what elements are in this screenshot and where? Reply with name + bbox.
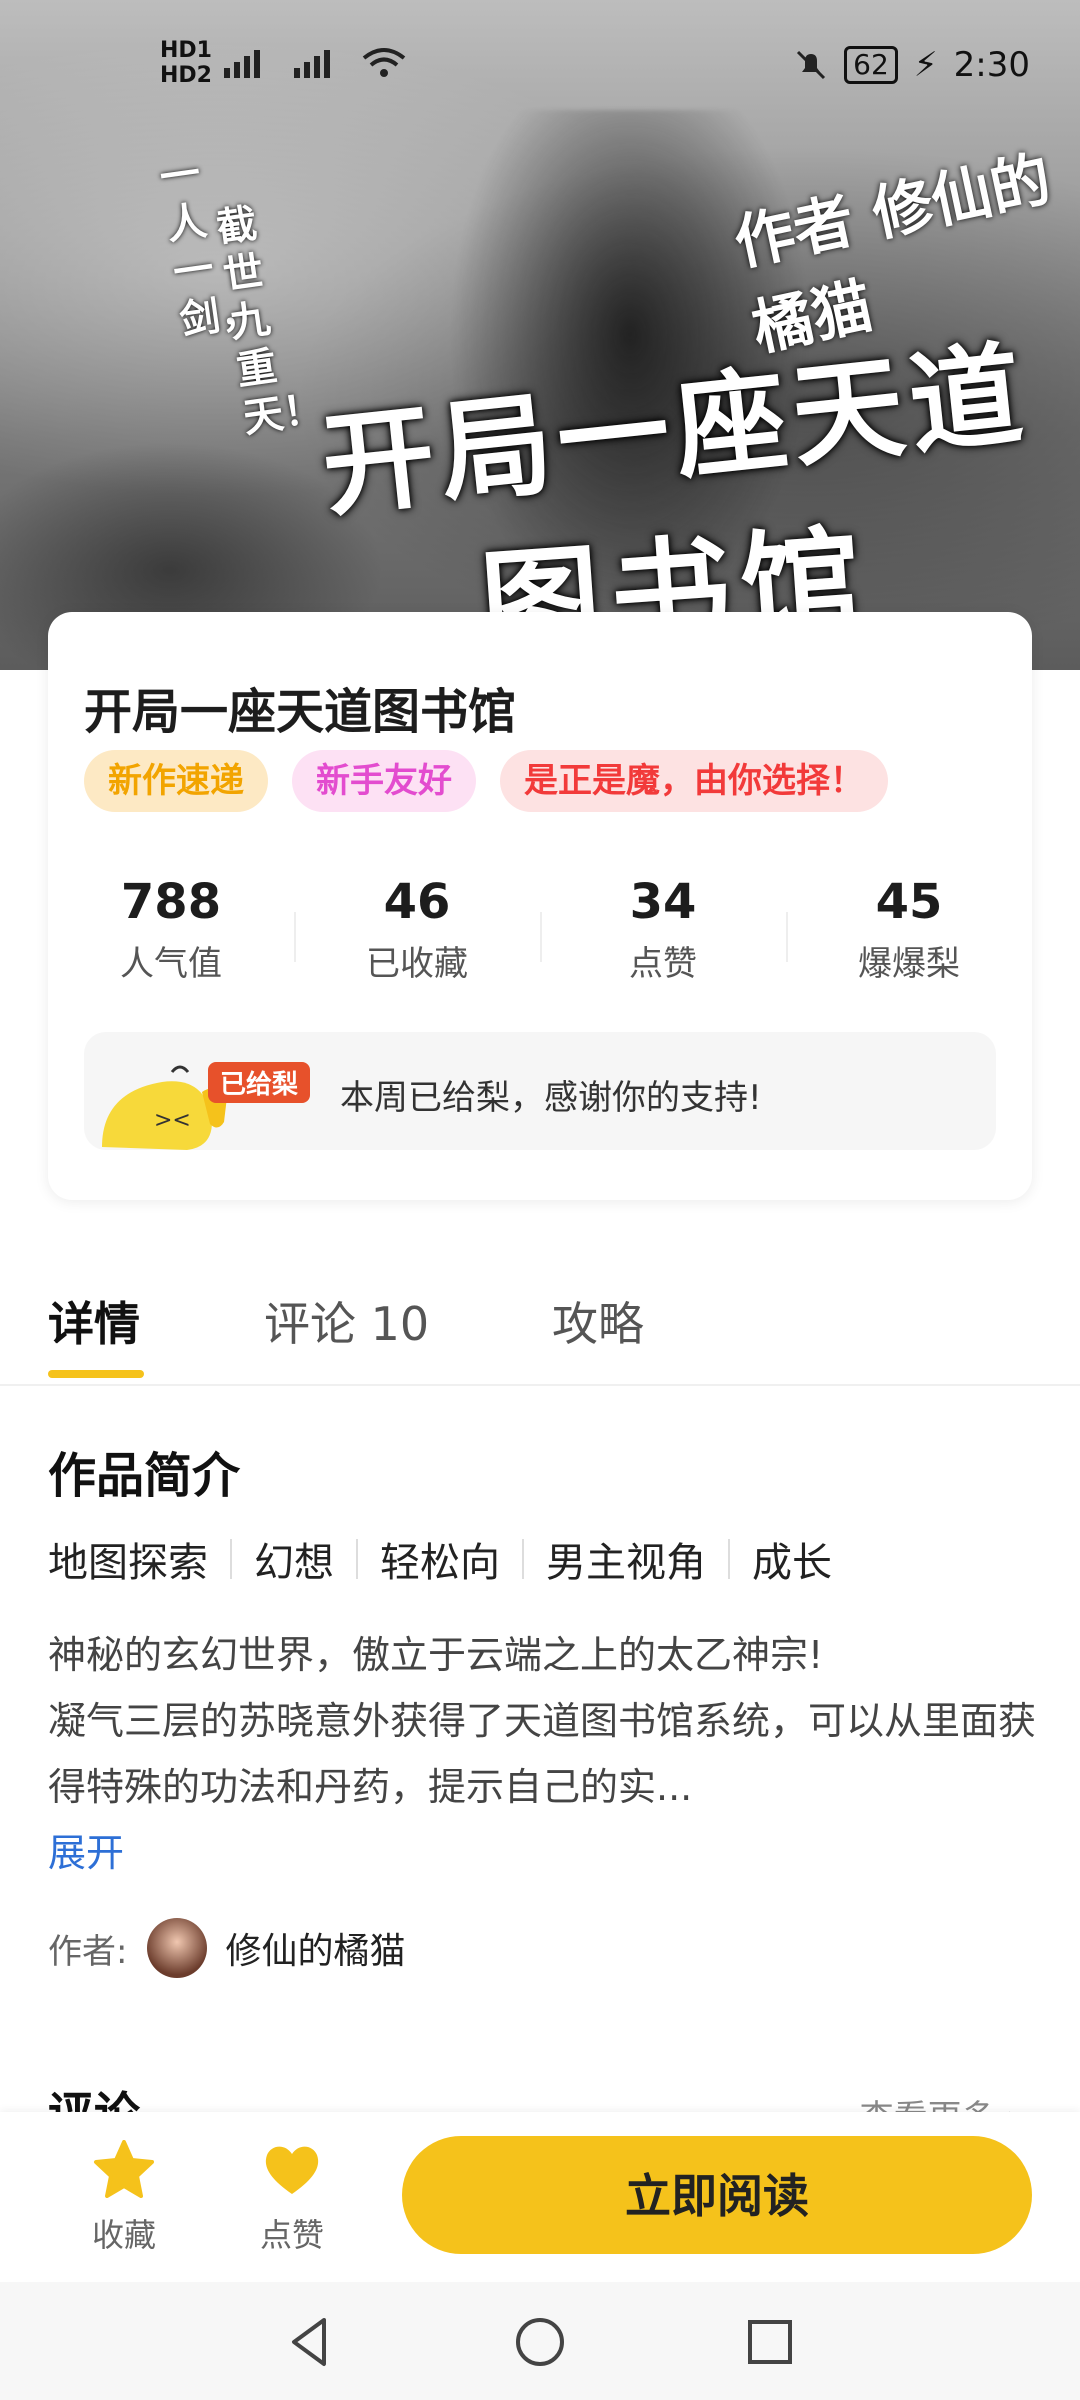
signal-indicators: HD1 HD2 bbox=[160, 38, 406, 88]
stat-popularity: 788 人气值 bbox=[120, 874, 222, 984]
system-navigation-bar bbox=[0, 2282, 1080, 2400]
keyword: 成长 bbox=[752, 1540, 832, 1586]
pear-given-badge: 已给梨 bbox=[208, 1062, 311, 1103]
keyword: 男主视角 bbox=[546, 1540, 706, 1586]
wifi-icon bbox=[362, 48, 406, 77]
svg-text:><: >< bbox=[154, 1108, 191, 1133]
author-row[interactable]: 作者: 修仙的橘猫 bbox=[48, 1918, 405, 1978]
recents-icon[interactable] bbox=[740, 2312, 800, 2372]
favorite-button[interactable]: 收藏 bbox=[64, 2140, 184, 2256]
detail-tabs: 详情 评论 10 攻略 bbox=[0, 1264, 1080, 1386]
back-icon[interactable] bbox=[280, 2312, 340, 2372]
stats-row: 788 人气值 46 已收藏 34 点赞 45 爆爆梨 bbox=[48, 874, 1032, 994]
tag[interactable]: 是正是魔，由你选择！ bbox=[500, 750, 888, 812]
keyword: 幻想 bbox=[254, 1540, 334, 1586]
cellular-signal-icon bbox=[293, 50, 330, 78]
support-message: 本周已给梨，感谢你的支持! bbox=[340, 1078, 762, 1118]
keyword-list: 地图探索 幻想 轻松向 男主视角 成长 bbox=[48, 1530, 854, 1588]
heart-icon bbox=[265, 2146, 319, 2194]
tab-comments[interactable]: 评论 10 bbox=[264, 1288, 429, 1354]
like-button[interactable]: 点赞 bbox=[232, 2140, 352, 2256]
author-name[interactable]: 修仙的橘猫 bbox=[225, 1922, 405, 1974]
keyword: 轻松向 bbox=[380, 1540, 500, 1586]
charging-icon: ⚡ bbox=[913, 45, 938, 85]
stat-favorites: 46 已收藏 bbox=[294, 874, 540, 994]
tag[interactable]: 新作速递 bbox=[84, 750, 268, 812]
pear-support-banner[interactable]: >< 已给梨 本周已给梨，感谢你的支持! bbox=[84, 1032, 996, 1150]
tag-list: 新作速递 新手友好 是正是魔，由你选择！ bbox=[84, 750, 888, 812]
book-info-card: 开局一座天道图书馆 新作速递 新手友好 是正是魔，由你选择！ 788 人气值 4… bbox=[48, 612, 1032, 1200]
mute-bell-icon bbox=[797, 50, 826, 80]
author-avatar[interactable] bbox=[147, 1918, 208, 1978]
stat-pears: 45 爆爆梨 bbox=[786, 874, 1032, 994]
author-label: 作者: bbox=[48, 1931, 128, 1972]
read-now-button[interactable]: 立即阅读 bbox=[402, 2136, 1032, 2254]
status-bar: HD1 HD2 62 ⚡ 2:30 bbox=[0, 0, 1080, 130]
star-icon bbox=[94, 2140, 154, 2198]
battery-level: 62 bbox=[844, 46, 898, 84]
home-icon[interactable] bbox=[510, 2312, 570, 2372]
active-tab-indicator bbox=[48, 1370, 144, 1378]
tag[interactable]: 新手友好 bbox=[292, 750, 476, 812]
bottom-action-bar: 收藏 点赞 立即阅读 bbox=[0, 2112, 1080, 2282]
expand-link[interactable]: 展开 bbox=[48, 1822, 124, 1877]
tab-guides[interactable]: 攻略 bbox=[552, 1288, 644, 1354]
cellular-signal-icon bbox=[223, 50, 260, 78]
book-summary: 神秘的玄幻世界，傲立于云端之上的太乙神宗! 凝气三层的苏晓意外获得了天道图书馆系… bbox=[48, 1633, 1037, 1809]
tab-details[interactable]: 详情 bbox=[48, 1288, 140, 1354]
keyword: 地图探索 bbox=[48, 1540, 208, 1586]
stat-likes: 34 点赞 bbox=[540, 874, 786, 994]
book-title: 开局一座天道图书馆 bbox=[84, 684, 517, 740]
intro-section-title: 作品简介 bbox=[48, 1448, 241, 1504]
clock: 2:30 bbox=[953, 45, 1030, 85]
